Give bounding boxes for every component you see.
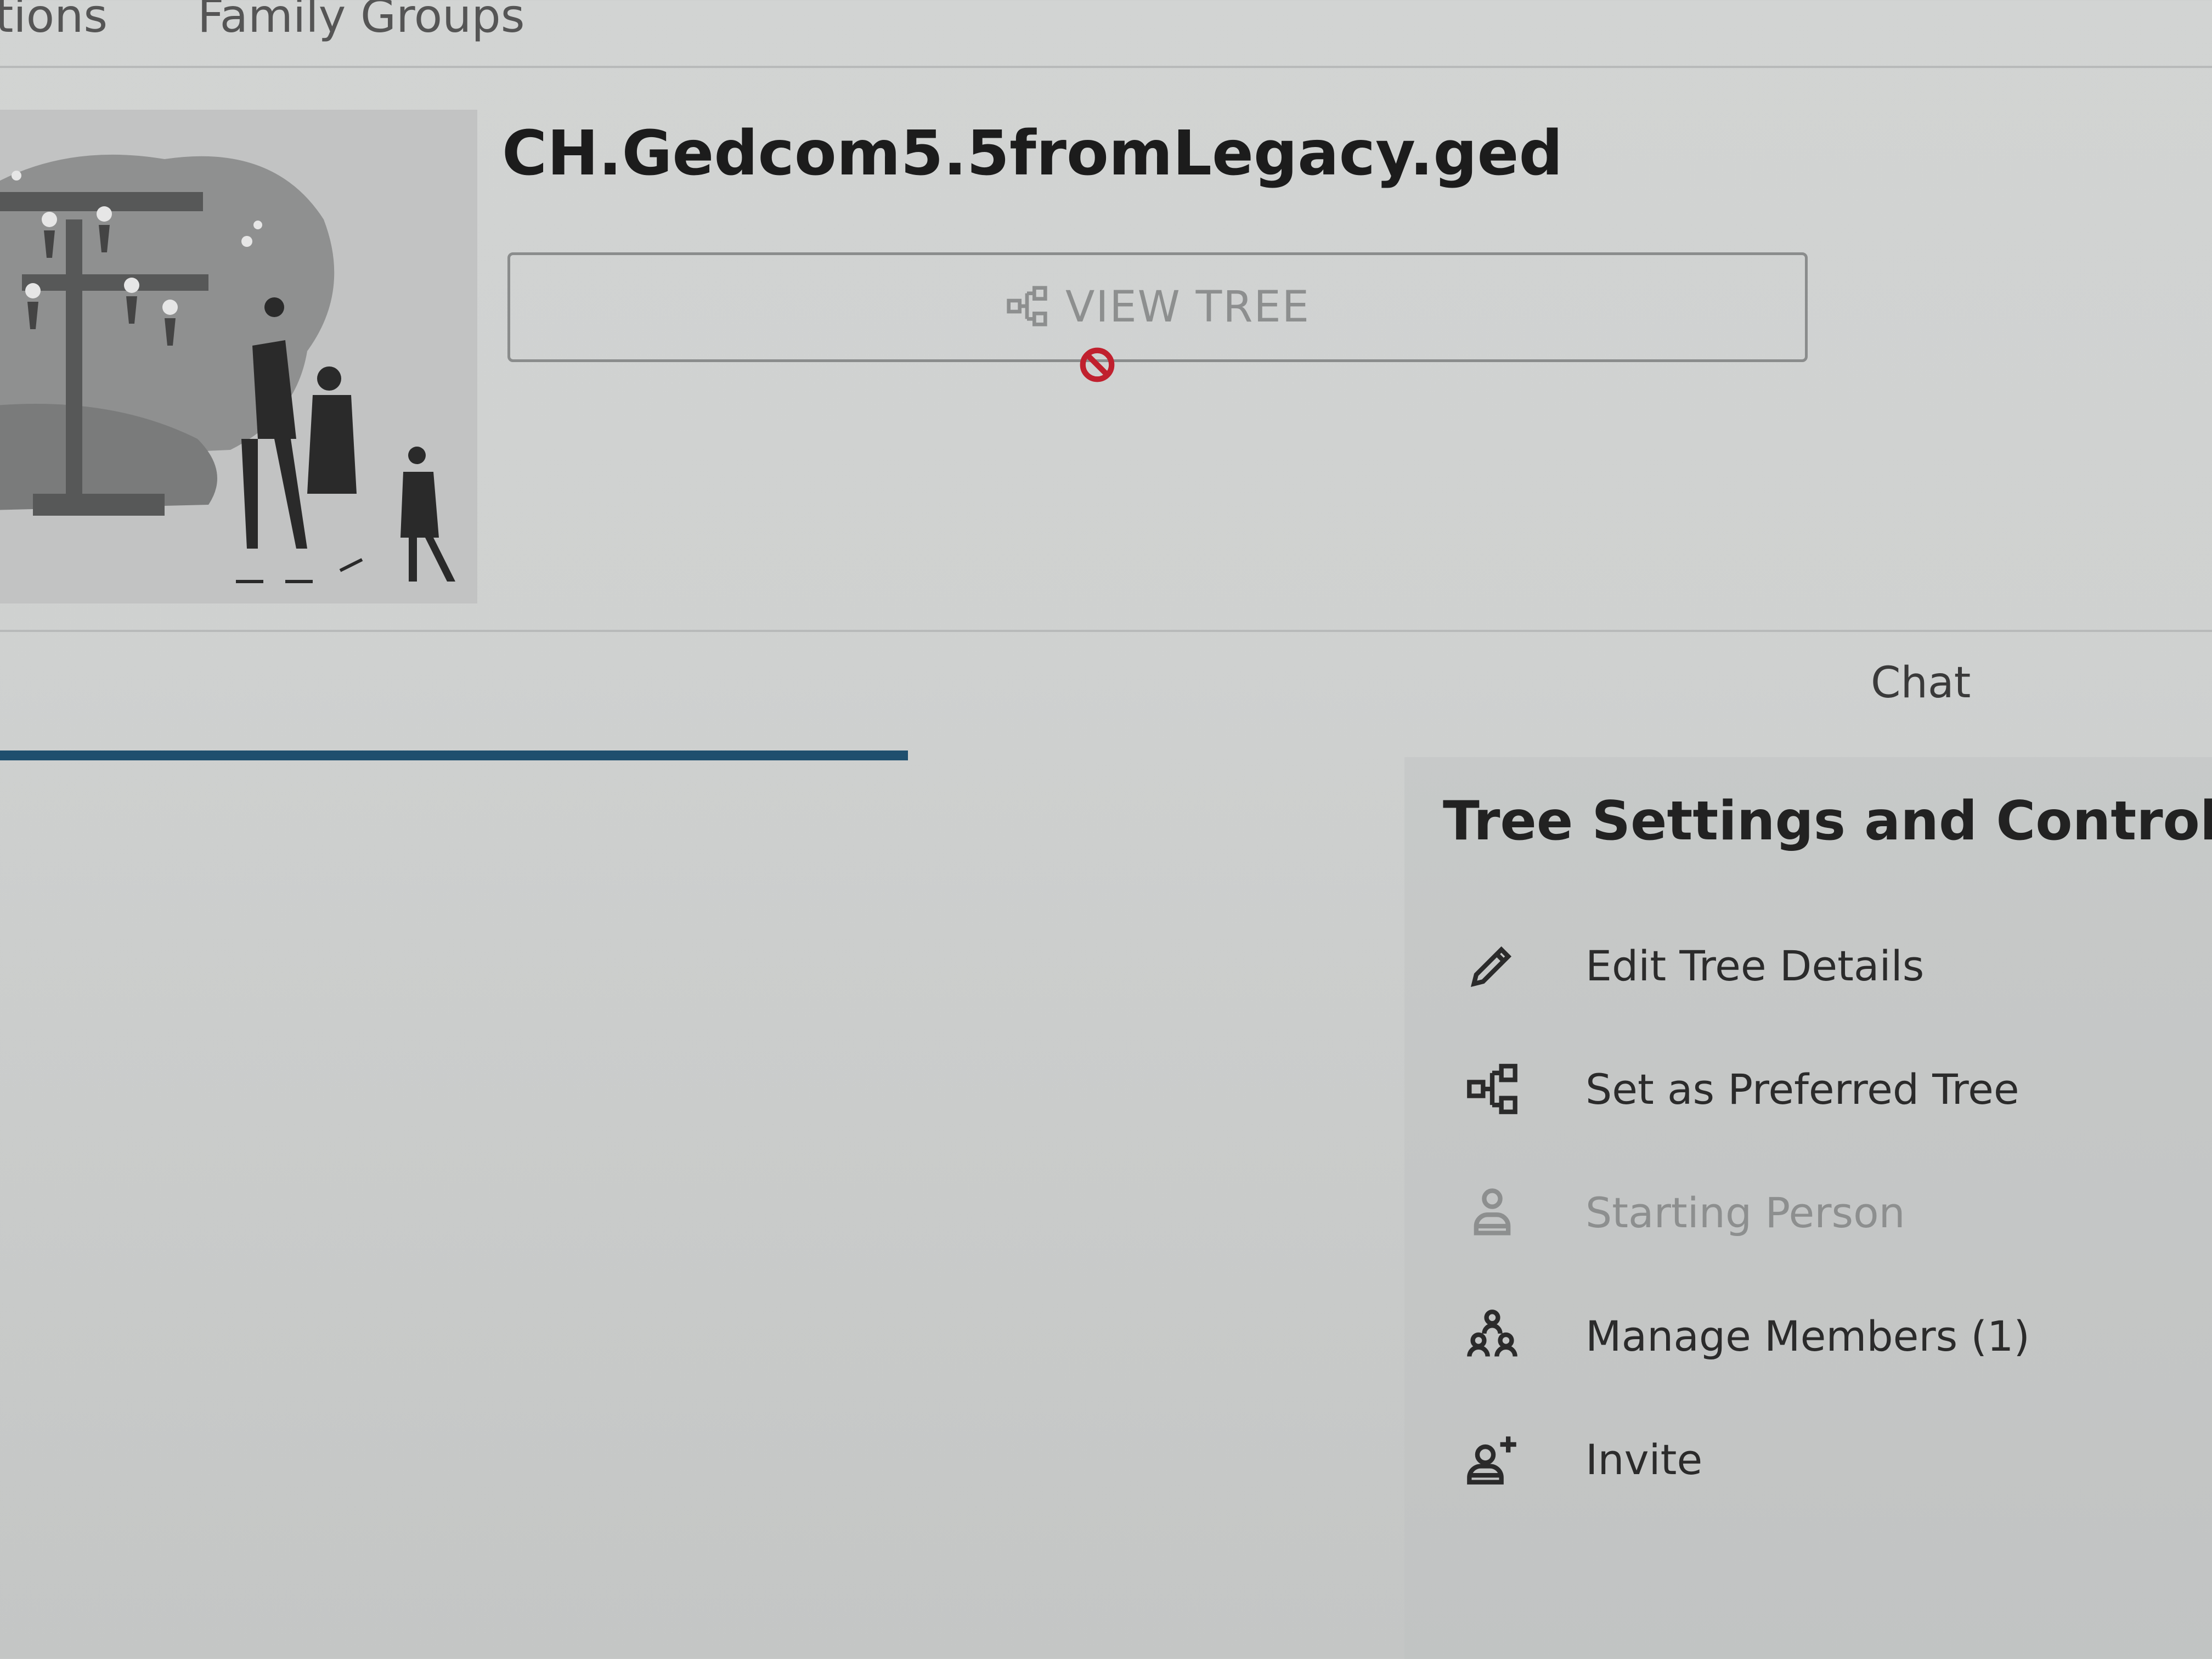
section-divider xyxy=(0,630,2212,632)
view-tree-label: VIEW TREE xyxy=(1065,283,1310,332)
top-navigation: ations Family Groups xyxy=(0,0,2212,66)
nav-divider xyxy=(0,66,2212,68)
pencil-icon xyxy=(1459,933,1525,998)
not-allowed-cursor-icon xyxy=(1080,347,1115,382)
manage-members-label: Manage Members (1) xyxy=(1585,1311,2030,1361)
invite-label: Invite xyxy=(1585,1435,1703,1484)
view-tree-button[interactable]: VIEW TREE xyxy=(507,252,1808,362)
active-tab-indicator xyxy=(0,751,908,760)
set-preferred-tree-label: Set as Preferred Tree xyxy=(1585,1064,2019,1114)
starting-person-item[interactable]: Starting Person xyxy=(1459,1180,1905,1245)
tab-chat[interactable]: Chat xyxy=(1871,658,1971,708)
tree-nodes-icon xyxy=(1005,284,1049,330)
family-tree-illustration xyxy=(0,110,477,603)
settings-title: Tree Settings and Controls xyxy=(1443,790,2212,853)
nav-item-family-groups[interactable]: Family Groups xyxy=(198,0,525,43)
edit-tree-details-label: Edit Tree Details xyxy=(1585,941,1925,990)
nav-item-ations[interactable]: ations xyxy=(0,0,108,43)
invite-item[interactable]: Invite xyxy=(1459,1426,1702,1492)
starting-person-label: Starting Person xyxy=(1585,1188,1905,1237)
tree-nodes-icon xyxy=(1459,1056,1525,1122)
edit-tree-details-item[interactable]: Edit Tree Details xyxy=(1459,933,1924,998)
group-icon xyxy=(1459,1303,1525,1369)
person-icon xyxy=(1459,1180,1525,1245)
set-preferred-tree-item[interactable]: Set as Preferred Tree xyxy=(1459,1056,2019,1122)
tree-title: CH.Gedcom5.5fromLegacy.ged xyxy=(502,118,1563,189)
person-add-icon xyxy=(1459,1426,1525,1492)
manage-members-item[interactable]: Manage Members (1) xyxy=(1459,1303,2030,1369)
